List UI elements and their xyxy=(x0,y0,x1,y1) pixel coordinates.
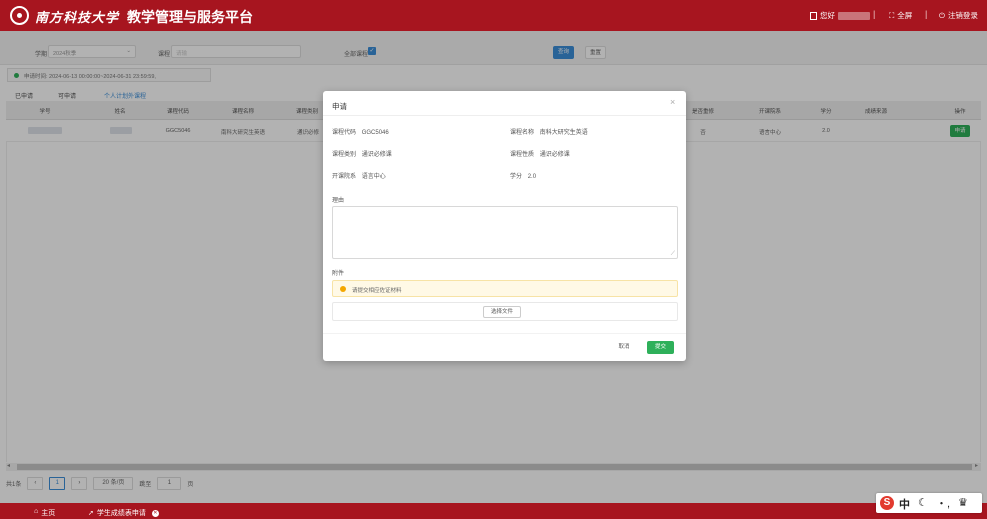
course-code-field: 课程代码 GGC5046 xyxy=(332,127,389,136)
course-code-label: 课程代码 xyxy=(332,130,357,136)
dialog-divider xyxy=(323,115,686,116)
course-name-field: 课程名称 南科大研究生英语 xyxy=(510,127,588,136)
moon-icon[interactable]: ☾ xyxy=(918,496,928,509)
resize-handle-icon[interactable]: ⟋ xyxy=(671,251,675,258)
dialog-footer-divider xyxy=(323,333,686,334)
cancel-button[interactable]: 取消 xyxy=(612,341,636,354)
logout-button[interactable]: ⏻ 注销登录 xyxy=(939,10,978,21)
close-icon[interactable]: × xyxy=(670,97,675,107)
home-tab[interactable]: ⌂ 主页 xyxy=(34,508,55,518)
course-name-value: 南科大研究生英语 xyxy=(539,130,588,136)
course-type-label: 课程类别 xyxy=(332,152,357,158)
ime-toolbar[interactable]: S 中 ☾ ・, ♛ xyxy=(876,493,982,513)
send-icon: ➚ xyxy=(88,510,94,517)
close-tab-icon[interactable]: ✕ xyxy=(151,509,159,517)
logout-label: 注销登录 xyxy=(947,11,978,20)
home-icon: ⌂ xyxy=(34,508,39,515)
credits-field: 学分 2.0 xyxy=(510,171,536,180)
attachment-warning: 请提交相应佐证材料 xyxy=(332,280,678,297)
fullscreen-icon: ⛶ xyxy=(889,10,895,20)
fullscreen-label: 全屏 xyxy=(897,11,913,20)
current-tab[interactable]: ➚ 学生成绩表申请 ✕ xyxy=(88,508,159,518)
home-tab-label: 主页 xyxy=(41,510,56,517)
user-greeting: 您好 xyxy=(820,11,835,20)
credits-label: 学分 xyxy=(510,174,523,180)
ime-punctuation[interactable]: ・, xyxy=(936,495,950,511)
submit-button[interactable]: 提交 xyxy=(647,341,674,354)
department-field: 开课院系 语言中心 xyxy=(332,171,386,180)
apply-dialog: 申请 × 课程代码 GGC5046 课程名称 南科大研究生英语 课程类别 通识必… xyxy=(323,91,686,361)
course-name-label: 课程名称 xyxy=(510,130,535,136)
reason-label: 理由 xyxy=(332,198,345,204)
fullscreen-button[interactable]: ⛶ 全屏 xyxy=(889,10,912,21)
department-value: 语言中心 xyxy=(361,174,386,180)
ime-logo-icon: S xyxy=(880,496,894,510)
department-label: 开课院系 xyxy=(332,174,357,180)
reason-textarea[interactable]: ⟋ xyxy=(332,206,678,259)
course-nature-value: 通识必修课 xyxy=(539,152,570,158)
attachment-label: 附件 xyxy=(332,271,345,277)
current-tab-label: 学生成绩表申请 xyxy=(96,510,146,517)
credits-value: 2.0 xyxy=(527,174,537,180)
course-nature-label: 课程性质 xyxy=(510,152,535,158)
choose-file-button[interactable]: 选择文件 xyxy=(483,306,521,318)
power-icon: ⏻ xyxy=(939,10,945,20)
course-type-value: 通识必修课 xyxy=(361,152,392,158)
ime-skin-icon[interactable]: ♛ xyxy=(958,496,968,509)
warning-icon xyxy=(340,286,346,292)
username-redacted xyxy=(838,11,870,20)
university-name: 南方科技大学 xyxy=(35,11,120,26)
header-separator: | xyxy=(873,9,876,19)
header-separator: | xyxy=(925,9,928,19)
attachment-warning-text: 请提交相应佐证材料 xyxy=(352,288,402,294)
university-logo xyxy=(10,6,29,25)
ime-mode[interactable]: 中 xyxy=(899,496,910,512)
user-menu[interactable]: 您好 xyxy=(810,10,870,21)
user-icon xyxy=(810,11,817,20)
platform-title: 教学管理与服务平台 xyxy=(127,9,253,25)
dialog-title: 申请 xyxy=(332,102,347,111)
course-code-value: GGC5046 xyxy=(361,130,389,136)
course-nature-field: 课程性质 通识必修课 xyxy=(510,149,570,158)
course-type-field: 课程类别 通识必修课 xyxy=(332,149,392,158)
